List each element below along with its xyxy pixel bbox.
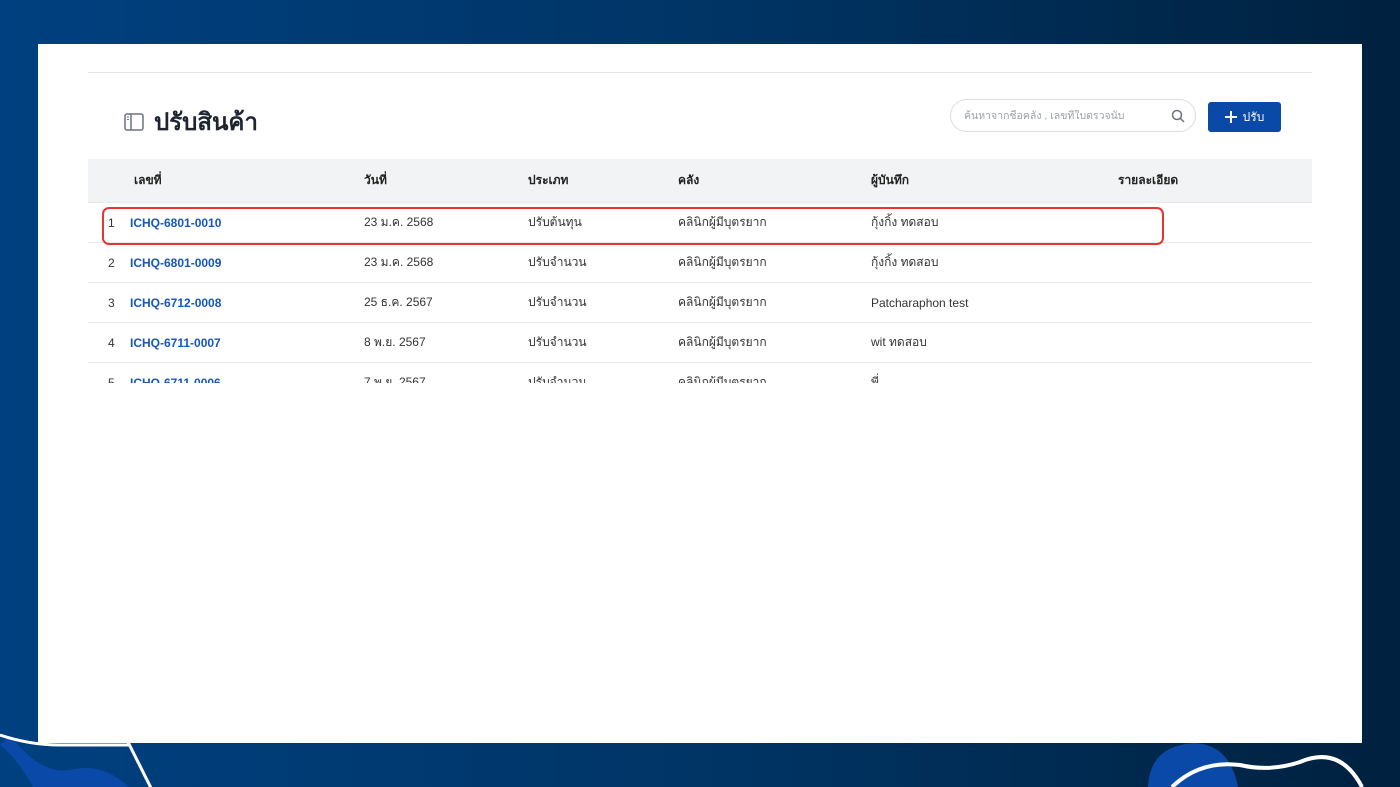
- page-title: ปรับสินค้า: [154, 109, 258, 136]
- row-number: 1: [108, 215, 115, 230]
- search-icon[interactable]: [1171, 109, 1185, 123]
- column-header-number: เลขที่: [134, 173, 162, 187]
- table-row[interactable]: 2 ICHQ-6801-0009 23 ม.ค. 2568 ปรับจำนวน คลิน…: [88, 243, 1312, 283]
- type-cell: ปรับจำนวน: [528, 255, 587, 269]
- document-number-link[interactable]: ICHQ-6801-0010: [130, 216, 221, 230]
- date-cell: 7 พ.ย. 2567: [364, 375, 426, 383]
- search-box[interactable]: [950, 99, 1196, 132]
- warehouse-cell: คลินิกผู้มีบุตรยาก: [678, 295, 767, 309]
- warehouse-cell: คลินิกผู้มีบุตรยาก: [678, 375, 767, 383]
- document-number-link[interactable]: ICHQ-6711-0007: [130, 336, 221, 350]
- row-number: 5: [108, 375, 115, 384]
- plus-icon: [1224, 111, 1237, 123]
- type-cell: ปรับจำนวน: [528, 295, 587, 309]
- warehouse-cell: คลินิกผู้มีบุตรยาก: [678, 335, 767, 349]
- column-header-warehouse: คลัง: [678, 173, 700, 187]
- recorder-cell: กุ้งกิ้ง ทดสอบ: [871, 215, 939, 229]
- add-button-label: ปรับ: [1242, 109, 1265, 124]
- column-header-detail: รายละเอียด: [1118, 173, 1179, 187]
- add-adjustment-button[interactable]: ปรับ: [1208, 102, 1281, 132]
- warehouse-cell: คลินิกผู้มีบุตรยาก: [678, 255, 767, 269]
- table-row[interactable]: 5 ICHQ-6711-0006 7 พ.ย. 2567 ปรับจำนวน คลินิ…: [88, 363, 1312, 383]
- divider: [88, 72, 1312, 73]
- column-header-recorder: ผู้บันทึก: [871, 173, 910, 187]
- table-row[interactable]: 3 ICHQ-6712-0008 25 ธ.ค. 2567 ปรับจำนวน คลิน…: [88, 283, 1312, 323]
- row-number: 4: [108, 335, 115, 350]
- recorder-cell: กุ้งกิ้ง ทดสอบ: [871, 255, 939, 269]
- adjustment-table: เลขที่ วันที่ ประเภท คลัง ผู้บันทึก รายล…: [88, 159, 1312, 383]
- document-number-link[interactable]: ICHQ-6712-0008: [130, 296, 221, 310]
- main-card: ปรับสินค้า ปรับ เลขที่ วันที่ ประเภท คลั…: [38, 44, 1362, 743]
- table-row[interactable]: 1 ICHQ-6801-0010 23 ม.ค. 2568 ปรับต้นทุน คลิ…: [88, 203, 1312, 243]
- document-number-link[interactable]: ICHQ-6711-0006: [130, 376, 221, 384]
- type-cell: ปรับจำนวน: [528, 335, 587, 349]
- date-cell: 23 ม.ค. 2568: [364, 215, 434, 229]
- date-cell: 25 ธ.ค. 2567: [364, 295, 433, 309]
- search-input[interactable]: [964, 109, 1171, 122]
- page-header: ปรับสินค้า: [124, 102, 258, 141]
- recorder-cell: wit ทดสอบ: [871, 335, 927, 349]
- date-cell: 23 ม.ค. 2568: [364, 255, 434, 269]
- table-header: เลขที่ วันที่ ประเภท คลัง ผู้บันทึก รายล…: [88, 159, 1312, 203]
- table-row[interactable]: 4 ICHQ-6711-0007 8 พ.ย. 2567 ปรับจำนวน คลินิ…: [88, 323, 1312, 363]
- recorder-cell: พี่: [871, 375, 879, 383]
- type-cell: ปรับต้นทุน: [528, 215, 582, 229]
- recorder-cell: Patcharaphon test: [871, 295, 969, 310]
- column-header-date: วันที่: [364, 173, 387, 187]
- row-number: 2: [108, 255, 115, 270]
- type-cell: ปรับจำนวน: [528, 375, 587, 383]
- column-header-type: ประเภท: [528, 173, 569, 187]
- document-number-link[interactable]: ICHQ-6801-0009: [130, 256, 221, 270]
- sidebar-panel-icon[interactable]: [124, 112, 144, 131]
- row-number: 3: [108, 295, 115, 310]
- warehouse-cell: คลินิกผู้มีบุตรยาก: [678, 215, 767, 229]
- date-cell: 8 พ.ย. 2567: [364, 335, 426, 349]
